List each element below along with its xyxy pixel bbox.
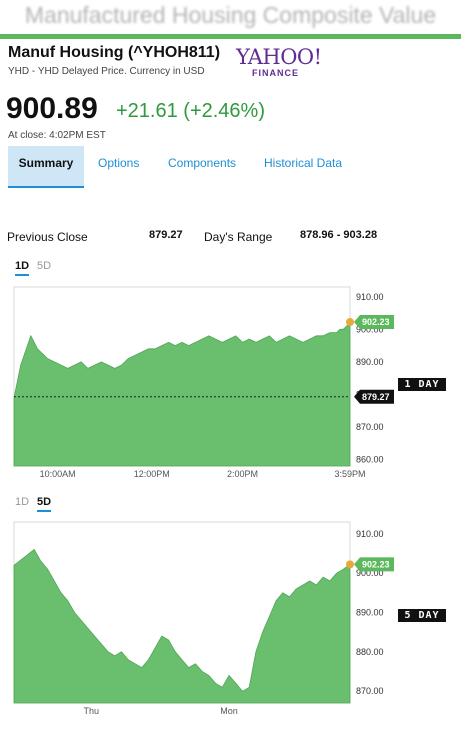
y-tick-label: 890.00 <box>356 357 384 367</box>
tab-options[interactable]: Options <box>98 146 139 186</box>
y-tick-label: 880.00 <box>356 647 384 657</box>
previous-close-value: 879.27 <box>149 229 183 241</box>
y-tick-label: 860.00 <box>356 454 384 464</box>
days-range-label: Day's Range <box>204 230 273 244</box>
x-tick-label: 2:00PM <box>227 469 258 479</box>
y-tick-label: 870.00 <box>356 686 384 696</box>
previous-close-label: Previous Close <box>7 230 88 244</box>
page-banner-title: Manufactured Housing Composite Value <box>24 2 437 28</box>
x-tick-label: Mon <box>220 706 238 716</box>
price-change: +21.61 (+2.46%) <box>116 100 265 122</box>
logo-wordmark: YAHOO! <box>236 45 322 69</box>
x-tick-label: Thu <box>84 706 100 716</box>
y-tick-label: 870.00 <box>356 422 384 432</box>
last-price-marker <box>346 560 354 569</box>
previous-close-badge-label: 879.27 <box>362 392 390 402</box>
price-area-series <box>13 548 351 704</box>
price-area-series <box>13 321 351 467</box>
one-day-label: 1 DAY <box>398 378 446 391</box>
range-tab-5d[interactable]: 5D <box>37 496 52 512</box>
range-tab-5d[interactable]: 5D <box>37 260 51 272</box>
days-range-value: 878.96 - 903.28 <box>300 229 378 241</box>
y-tick-label: 910.00 <box>356 292 384 302</box>
tab-historical-data[interactable]: Historical Data <box>264 146 342 186</box>
one-day-chart: 910.00900.00890.00880.00870.00860.0010:0… <box>13 286 394 479</box>
header-divider <box>0 34 461 39</box>
five-day-label: 5 DAY <box>398 609 446 622</box>
quote-tabs: Summary Options Components Historical Da… <box>8 146 458 188</box>
yahoo-finance-logo: YAHOO! FINANCE <box>236 45 322 82</box>
quote-subtitle: YHD - YHD Delayed Price. Currency in USD <box>8 66 205 77</box>
tab-summary[interactable]: Summary <box>8 146 84 188</box>
current-price: 900.89 <box>6 92 98 125</box>
y-tick-label: 890.00 <box>356 608 384 618</box>
last-price-badge-label: 902.23 <box>362 559 390 569</box>
tab-components[interactable]: Components <box>168 146 236 186</box>
range-tab-1d[interactable]: 1D <box>15 496 29 508</box>
five-day-chart: 910.00900.00890.00880.00870.00Thu Mon902.… <box>13 521 394 716</box>
last-price-badge-label: 902.23 <box>362 317 390 327</box>
x-tick-label: 10:00AM <box>40 469 76 479</box>
x-tick-label: 12:00PM <box>134 469 170 479</box>
x-tick-label: 3:59PM <box>334 469 365 479</box>
y-tick-label: 910.00 <box>356 529 384 539</box>
range-tab-1d[interactable]: 1D <box>15 260 30 276</box>
logo-subtext: FINANCE <box>252 68 299 78</box>
last-price-marker <box>346 318 354 327</box>
quote-title: Manuf Housing (^YHOH811) <box>8 44 221 61</box>
close-time: At close: 4:02PM EST <box>8 130 106 141</box>
